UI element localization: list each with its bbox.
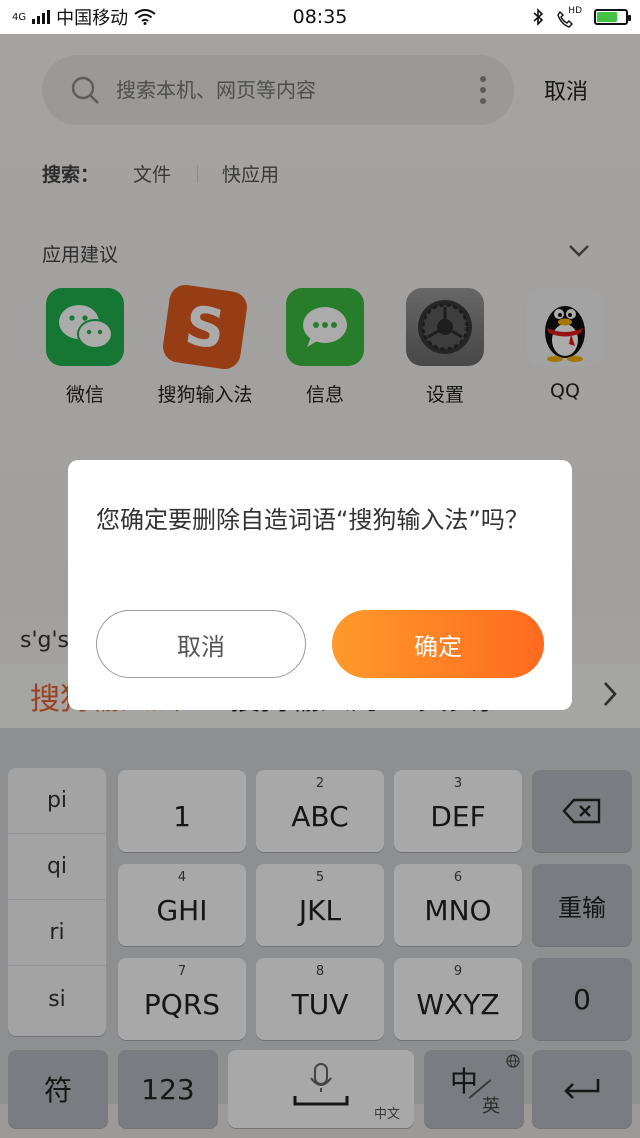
dialog-confirm-button[interactable]: 确定 [332, 610, 544, 678]
hd-label: HD [568, 6, 582, 16]
hd-call-icon: HD [556, 6, 582, 28]
confirm-dialog: 您确定要删除自造词语“搜狗输入法”吗？ 取消 确定 [68, 460, 572, 710]
battery-icon [594, 9, 631, 25]
status-bar: 4G 中国移动 08:35 HD [0, 0, 640, 34]
dialog-cancel-button[interactable]: 取消 [96, 610, 306, 678]
dialog-message: 您确定要删除自造词语“搜狗输入法”吗？ [96, 506, 529, 534]
status-time: 08:35 [292, 6, 348, 28]
